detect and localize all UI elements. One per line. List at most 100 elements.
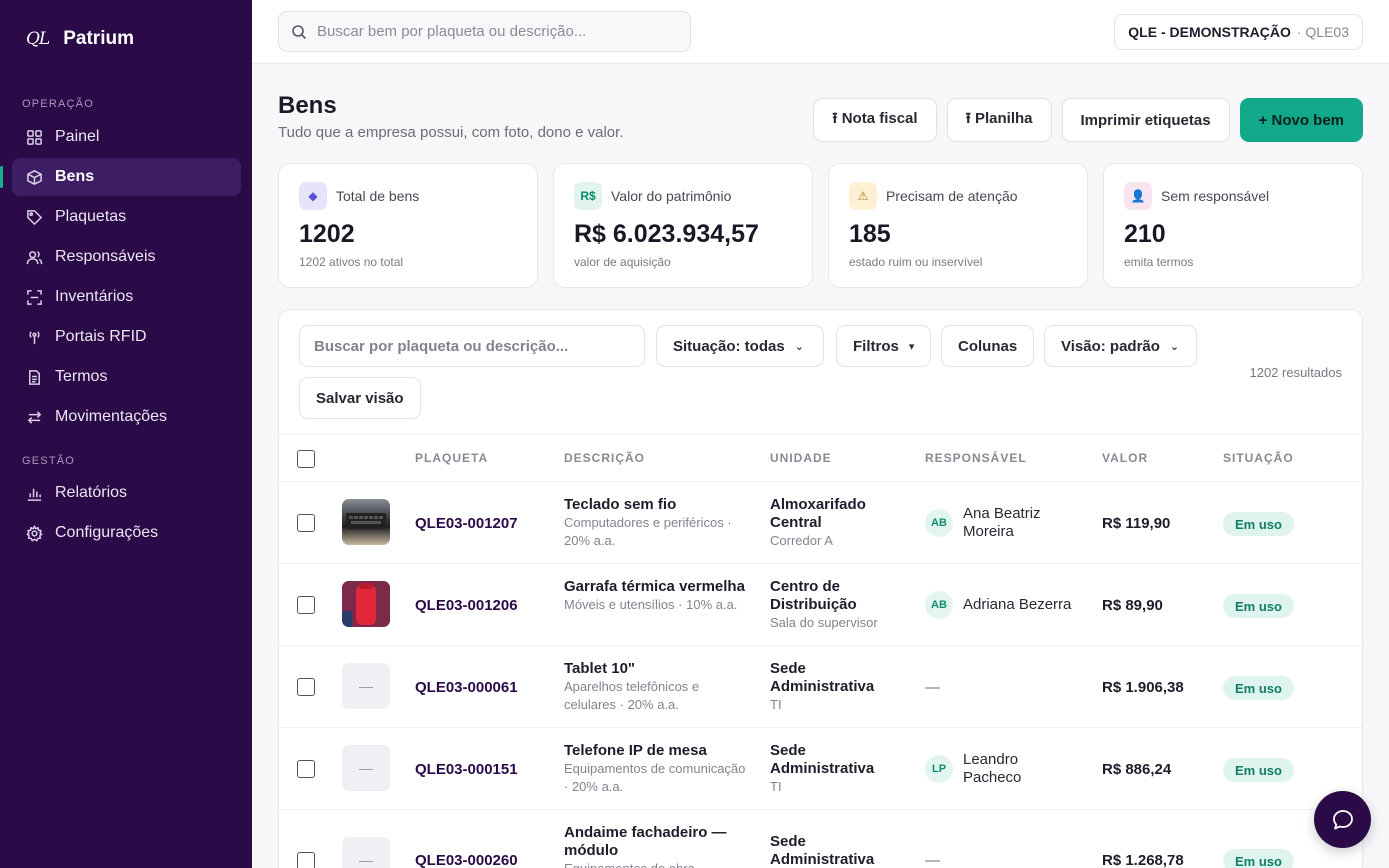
sidebar-item-plaquetas[interactable]: Plaquetas — [12, 198, 241, 236]
sidebar-item-label: Inventários — [55, 288, 134, 305]
status-badge: Em uso — [1223, 758, 1294, 782]
tenant-selector[interactable]: QLE - DEMONSTRAÇÃO · QLE03 — [1114, 14, 1363, 50]
chevron-down-icon: ⌄ — [794, 340, 804, 353]
asset-tag[interactable]: QLE03-001207 — [415, 515, 518, 532]
situacao-select[interactable]: Situação: todas ⌄ — [656, 325, 824, 367]
stat-card-atencao: ⚠ Precisam de atenção 185 estado ruim ou… — [828, 163, 1088, 288]
print-labels-button[interactable]: Imprimir etiquetas — [1061, 98, 1230, 142]
brand-logo: QL — [26, 29, 50, 49]
row-checkbox[interactable] — [297, 760, 315, 778]
view-select[interactable]: Visão: padrão ⌄ — [1044, 325, 1197, 367]
asset-category: Equipamentos de comunicação · 20% a.a. — [564, 761, 746, 794]
sidebar-item-label: Plaquetas — [55, 208, 127, 225]
asset-responsible: LP Leandro Pacheco — [925, 751, 1043, 787]
status-badge: Em uso — [1223, 594, 1294, 618]
table-row[interactable]: — QLE03-000151 Telefone IP de mesa Equip… — [279, 728, 1362, 810]
asset-title: Telefone IP de mesa — [564, 742, 707, 759]
filters-button[interactable]: Filtros ▾ — [836, 325, 932, 367]
responsible-empty: — — [925, 852, 940, 868]
stat-label: Valor do patrimônio — [611, 188, 732, 204]
responsible-name: Adriana Bezerra — [963, 596, 1072, 613]
column-header-responsavel[interactable]: RESPONSÁVEL — [925, 451, 1027, 465]
sidebar-item-termos[interactable]: Termos — [12, 358, 241, 396]
sidebar-item-label: Relatórios — [55, 484, 128, 501]
view-select-label: Visão: padrão — [1061, 337, 1160, 355]
asset-category: Equipamentos de obra — [564, 860, 749, 868]
asset-unit: Sede Administrativa TI — [770, 742, 910, 796]
stat-caption: valor de aquisição — [574, 255, 671, 269]
avatar: LP — [925, 755, 953, 783]
asset-responsible: AB Adriana Bezerra — [925, 591, 1103, 619]
gear-icon — [25, 524, 43, 542]
asset-value: R$ 1.906,38 — [1102, 679, 1184, 696]
brand[interactable]: QL Patrium — [26, 28, 134, 50]
sidebar-item-movimentacoes[interactable]: Movimentações — [12, 398, 241, 436]
asset-value: R$ 89,90 — [1102, 597, 1163, 614]
sidebar-item-inventarios[interactable]: Inventários — [12, 278, 241, 316]
save-view-button[interactable]: Salvar visão — [299, 377, 421, 419]
table-header: PLAQUETA DESCRIÇÃO UNIDADE RESPONSÁVEL V… — [279, 434, 1362, 482]
row-checkbox[interactable] — [297, 596, 315, 614]
global-search[interactable] — [278, 11, 691, 52]
scan-icon — [25, 288, 43, 306]
select-all-checkbox[interactable] — [297, 450, 315, 468]
currency-icon: R$ — [574, 182, 602, 210]
sidebar-item-label: Bens — [55, 168, 95, 185]
new-asset-button[interactable]: + Novo bem — [1239, 98, 1363, 142]
asset-category: Computadores e periféricos · 20% a.a. — [564, 515, 732, 548]
column-header-unidade[interactable]: UNIDADE — [770, 451, 832, 465]
asset-tag[interactable]: QLE03-000151 — [415, 761, 518, 778]
stat-value: 185 — [849, 220, 891, 248]
row-checkbox[interactable] — [297, 514, 315, 532]
chat-button[interactable] — [1314, 791, 1371, 848]
column-header-descricao[interactable]: DESCRIÇÃO — [564, 451, 645, 465]
header-actions: ⭱ Nota fiscal ⭱ Planilha Imprimir etique… — [813, 98, 1363, 142]
sidebar-item-responsaveis[interactable]: Responsáveis — [12, 238, 241, 276]
sidebar-item-label: Termos — [55, 368, 108, 385]
sidebar-item-painel[interactable]: Painel — [12, 118, 241, 156]
asset-tag[interactable]: QLE03-001206 — [415, 597, 518, 614]
asset-title: Garrafa térmica vermelha — [564, 578, 745, 595]
sidebar-item-relatorios[interactable]: Relatórios — [12, 474, 241, 512]
sidebar-item-portais-rfid[interactable]: Portais RFID — [12, 318, 241, 356]
tag-icon — [25, 208, 43, 226]
warning-icon: ⚠ — [849, 182, 877, 210]
asset-title: Tablet 10" — [564, 660, 636, 677]
chevron-down-icon: ⌄ — [1169, 340, 1180, 353]
status-badge: Em uso — [1223, 849, 1294, 868]
column-header-plaqueta[interactable]: PLAQUETA — [415, 451, 488, 465]
row-checkbox[interactable] — [297, 678, 315, 696]
asset-photo-placeholder: — — [342, 837, 390, 868]
global-search-input[interactable] — [317, 23, 677, 40]
asset-tag[interactable]: QLE03-000061 — [415, 679, 518, 696]
sidebar-item-bens[interactable]: Bens — [0, 158, 241, 196]
column-header-situacao[interactable]: SITUAÇÃO — [1223, 451, 1294, 465]
row-checkbox[interactable] — [297, 852, 315, 868]
table-row[interactable]: — QLE03-000260 Andaime fachadeiro — módu… — [279, 810, 1362, 868]
table-row[interactable]: QLE03-001206 Garrafa térmica vermelha Mó… — [279, 564, 1362, 646]
nota-fiscal-button[interactable]: ⭱ Nota fiscal — [813, 98, 937, 142]
asset-description: Andaime fachadeiro — módulo Equipamentos… — [564, 824, 749, 868]
stat-label: Precisam de atenção — [886, 188, 1018, 204]
stat-card-total: ◆ Total de bens 1202 1202 ativos no tota… — [278, 163, 538, 288]
sidebar-item-configuracoes[interactable]: Configurações — [12, 514, 241, 552]
sidebar-item-label: Movimentações — [55, 408, 168, 425]
asset-tag[interactable]: QLE03-000260 — [415, 852, 518, 868]
box-icon — [25, 168, 43, 186]
diamond-icon: ◆ — [299, 182, 327, 210]
asset-photo-placeholder: — — [342, 745, 390, 791]
table-row[interactable]: QLE03-001207 Teclado sem fio Computadore… — [279, 482, 1362, 564]
arrows-icon — [25, 408, 43, 426]
columns-button[interactable]: Colunas — [941, 325, 1035, 367]
asset-value: R$ 1.268,78 — [1102, 852, 1184, 868]
asset-photo — [342, 499, 390, 545]
table-row[interactable]: — QLE03-000061 Tablet 10" Aparelhos tele… — [279, 646, 1362, 728]
table-search-input[interactable] — [299, 325, 645, 367]
column-header-valor[interactable]: VALOR — [1102, 451, 1148, 465]
stat-card-sem-responsavel: 👤 Sem responsável 210 emita termos — [1103, 163, 1363, 288]
tenant-name: QLE - DEMONSTRAÇÃO — [1128, 24, 1291, 40]
responsible-empty: — — [925, 679, 940, 696]
asset-unit: Sede Administrativa — [770, 833, 910, 868]
nav-section-operacao: OPERAÇÃO — [22, 98, 94, 110]
planilha-button[interactable]: ⭱ Planilha — [946, 98, 1052, 142]
